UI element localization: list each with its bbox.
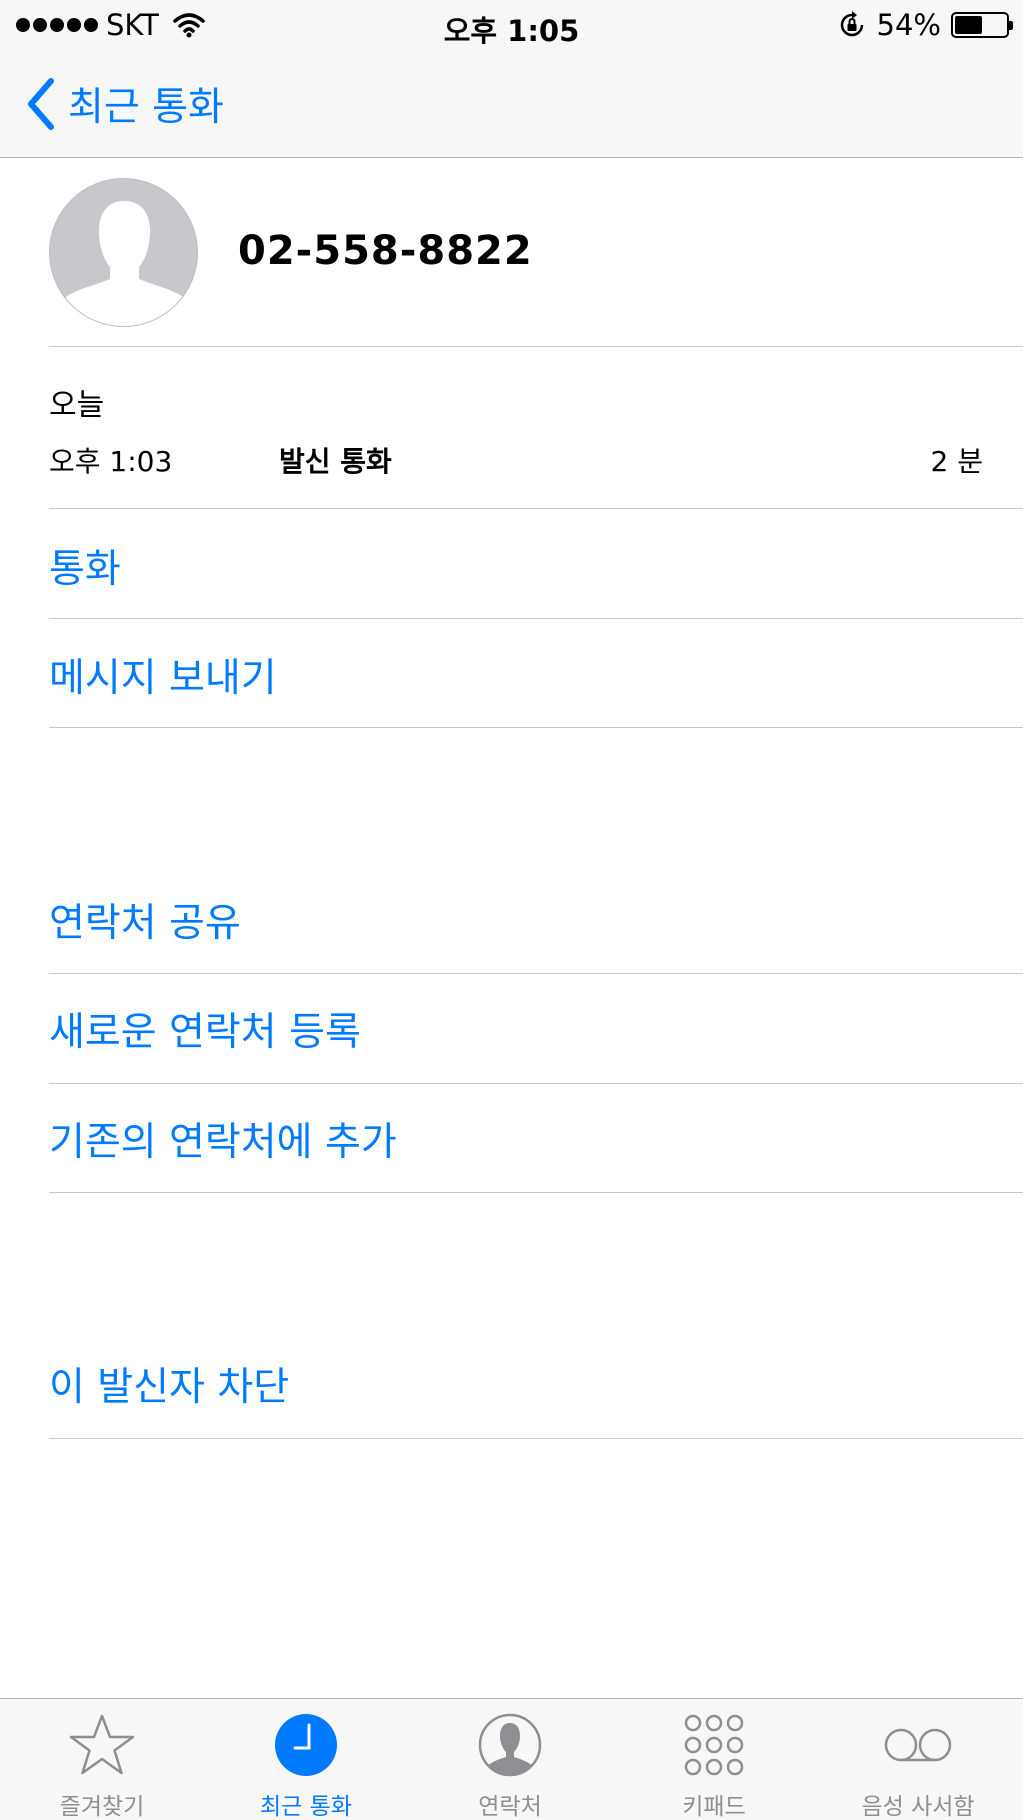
avatar — [49, 178, 198, 327]
back-button[interactable]: 최근 통화 — [26, 76, 224, 132]
tab-label: 연락처 — [478, 1794, 542, 1820]
tab-bar: 즐겨찾기 최근 통화 연락처 키패드 음성 사서함 — [0, 1698, 1023, 1820]
divider — [49, 727, 1023, 728]
divider — [49, 346, 1023, 347]
tab-voicemail[interactable]: 음성 사서함 — [816, 1699, 1020, 1820]
tab-label: 즐겨찾기 — [59, 1794, 145, 1820]
add-to-existing-contact-button[interactable]: 기존의 연락처에 추가 — [49, 1111, 397, 1167]
back-button-label: 최근 통화 — [68, 85, 224, 130]
call-button[interactable]: 통화 — [49, 538, 121, 594]
person-silhouette-icon — [66, 201, 183, 326]
share-contact-button[interactable]: 연락처 공유 — [49, 892, 241, 948]
tab-contacts[interactable]: 연락처 — [408, 1699, 612, 1820]
divider — [49, 973, 1023, 974]
contacts-icon — [478, 1713, 542, 1777]
battery-icon — [951, 12, 1013, 38]
contact-phone-number: 02-558-8822 — [238, 228, 533, 274]
tab-recents[interactable]: 최근 통화 — [204, 1699, 408, 1820]
block-caller-button[interactable]: 이 발신자 차단 — [49, 1356, 289, 1412]
tab-keypad[interactable]: 키패드 — [612, 1699, 816, 1820]
divider — [49, 618, 1023, 619]
rotation-lock-icon — [840, 11, 863, 37]
divider — [49, 1438, 1023, 1439]
create-contact-button[interactable]: 새로운 연락처 등록 — [49, 1001, 361, 1057]
call-history-row: 오후 1:03 발신 통화 2 분 — [49, 440, 983, 480]
tab-label: 키패드 — [682, 1794, 746, 1820]
tab-favorites[interactable]: 즐겨찾기 — [0, 1699, 204, 1820]
contact-header: 02-558-8822 — [0, 158, 1023, 346]
navigation-bar: 최근 통화 — [0, 52, 1023, 158]
call-type: 발신 통화 — [279, 445, 392, 478]
status-right: 54% — [837, 8, 1013, 42]
divider — [49, 1083, 1023, 1084]
battery-fill — [955, 16, 982, 34]
tab-label: 최근 통화 — [260, 1794, 352, 1820]
chevron-left-icon — [28, 78, 54, 130]
star-icon — [69, 1714, 135, 1775]
clock-icon — [275, 1714, 337, 1776]
voicemail-icon — [884, 1728, 952, 1762]
keypad-icon — [684, 1714, 744, 1776]
divider — [49, 1192, 1023, 1193]
call-duration: 2 분 — [930, 445, 983, 478]
battery-percent: 54% — [876, 8, 941, 42]
status-bar: SKT 오후 1:05 54% — [0, 0, 1023, 52]
tab-label: 음성 사서함 — [861, 1794, 975, 1820]
call-time: 오후 1:03 — [49, 445, 173, 478]
divider — [49, 508, 1023, 509]
call-date: 오늘 — [49, 388, 105, 423]
send-message-button[interactable]: 메시지 보내기 — [49, 647, 277, 703]
